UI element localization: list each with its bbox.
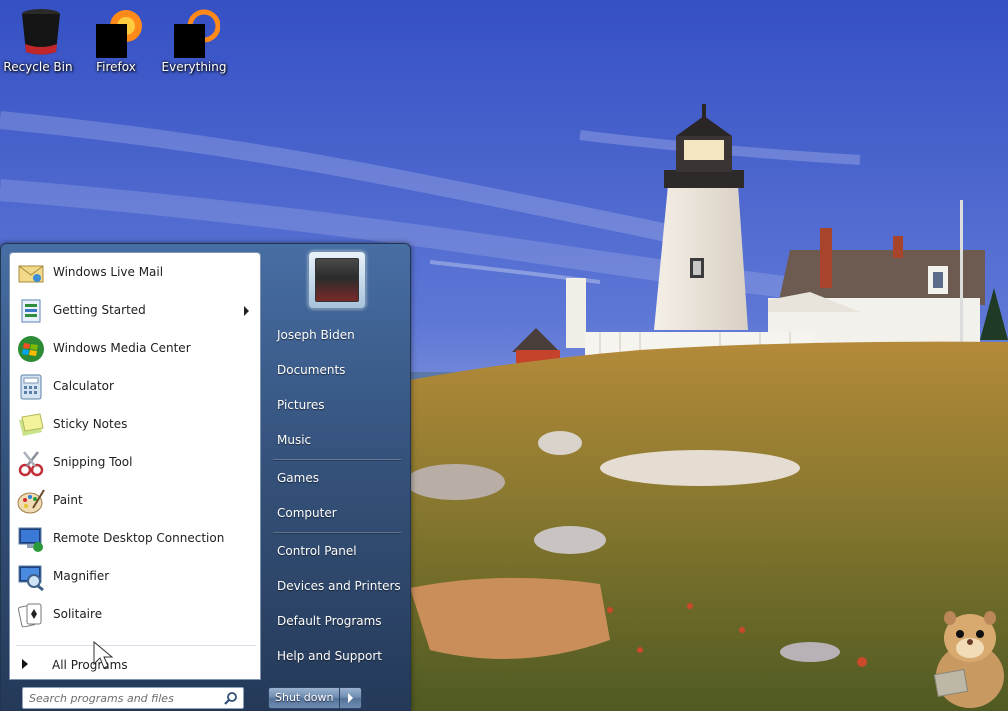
link-help-and-support[interactable]: Help and Support: [269, 641, 405, 671]
link-label: Documents: [277, 363, 346, 377]
desktop-icon-label: Firefox: [96, 60, 136, 74]
remote-desktop-icon: [18, 527, 43, 552]
hamster-gadget-icon[interactable]: [924, 604, 1008, 711]
magnifier-icon: [18, 565, 44, 592]
program-windows-media-center[interactable]: Windows Media Center: [12, 331, 259, 367]
link-computer[interactable]: Computer: [269, 498, 405, 528]
link-label: Devices and Printers: [277, 579, 401, 593]
submenu-arrow-icon[interactable]: [244, 306, 249, 316]
scissors-icon: [18, 451, 44, 477]
link-label: Pictures: [277, 398, 325, 412]
desktop-icon-everything[interactable]: Everything: [156, 4, 232, 78]
program-label: Calculator: [53, 379, 114, 393]
recycle-bin-icon: [22, 9, 60, 55]
shutdown-options-button[interactable]: [339, 687, 362, 709]
program-getting-started[interactable]: Getting Started: [12, 293, 259, 329]
separator: [273, 532, 401, 533]
search-box[interactable]: [22, 687, 244, 709]
program-remote-desktop-connection[interactable]: Remote Desktop Connection: [12, 521, 259, 557]
program-label: Magnifier: [53, 569, 110, 583]
link-label: Computer: [277, 506, 337, 520]
search-input[interactable]: [29, 690, 215, 706]
programs-pane: Windows Live Mail Getting Started Window…: [9, 252, 261, 680]
program-calculator[interactable]: Calculator: [12, 369, 259, 405]
program-sticky-notes[interactable]: Sticky Notes: [12, 407, 259, 443]
link-pictures[interactable]: Pictures: [269, 390, 405, 420]
solitaire-cards-icon: [17, 603, 42, 628]
link-user-folder[interactable]: Joseph Biden: [269, 320, 405, 350]
desktop-icon-recycle-bin[interactable]: Recycle Bin: [0, 4, 76, 78]
everything-search-icon: [174, 9, 220, 58]
program-label: Getting Started: [53, 303, 146, 317]
link-label: Help and Support: [277, 649, 382, 663]
user-avatar[interactable]: [308, 251, 366, 309]
program-paint[interactable]: Paint: [12, 483, 259, 519]
link-label: Games: [277, 471, 319, 485]
mouse-cursor-icon: [93, 640, 114, 669]
program-label: Solitaire: [53, 607, 103, 621]
paint-palette-icon: [17, 489, 45, 514]
separator: [16, 645, 256, 646]
avatar-image: [315, 258, 359, 302]
shutdown-label: Shut down: [275, 691, 334, 704]
sticky-notes-icon: [19, 413, 44, 436]
program-solitaire[interactable]: Solitaire: [12, 597, 259, 633]
link-documents[interactable]: Documents: [269, 355, 405, 385]
chevron-right-icon: [22, 659, 28, 669]
search-icon[interactable]: [224, 691, 238, 705]
program-label: Windows Media Center: [53, 341, 191, 355]
link-control-panel[interactable]: Control Panel: [269, 536, 405, 566]
program-label: Paint: [53, 493, 83, 507]
link-devices-and-printers[interactable]: Devices and Printers: [269, 571, 405, 601]
program-label: Snipping Tool: [53, 455, 133, 469]
shutdown-group: Shut down: [268, 687, 362, 709]
firefox-icon: [96, 10, 142, 58]
program-snipping-tool[interactable]: Snipping Tool: [12, 445, 259, 481]
link-music[interactable]: Music: [269, 425, 405, 455]
link-games[interactable]: Games: [269, 463, 405, 493]
link-label: Joseph Biden: [277, 328, 355, 342]
getting-started-icon: [21, 299, 41, 323]
program-label: Windows Live Mail: [53, 265, 164, 279]
link-label: Control Panel: [277, 544, 357, 558]
shutdown-button[interactable]: Shut down: [268, 687, 340, 709]
program-label: Sticky Notes: [53, 417, 128, 431]
desktop-icon-label: Recycle Bin: [3, 60, 73, 74]
all-programs-button[interactable]: All Programs: [12, 650, 259, 678]
separator: [273, 459, 401, 460]
chevron-right-icon: [348, 693, 353, 703]
desktop-icon-firefox[interactable]: Firefox: [78, 4, 154, 78]
mail-icon: [18, 265, 44, 283]
desktop-icon-label: Everything: [161, 60, 227, 74]
link-label: Default Programs: [277, 614, 382, 628]
start-menu: Windows Live Mail Getting Started Window…: [0, 243, 411, 711]
link-label: Music: [277, 433, 312, 447]
program-magnifier[interactable]: Magnifier: [12, 559, 259, 595]
program-windows-live-mail[interactable]: Windows Live Mail: [12, 255, 259, 291]
media-center-icon: [18, 336, 44, 362]
program-label: Remote Desktop Connection: [53, 531, 225, 545]
calculator-icon: [20, 374, 42, 400]
link-default-programs[interactable]: Default Programs: [269, 606, 405, 636]
